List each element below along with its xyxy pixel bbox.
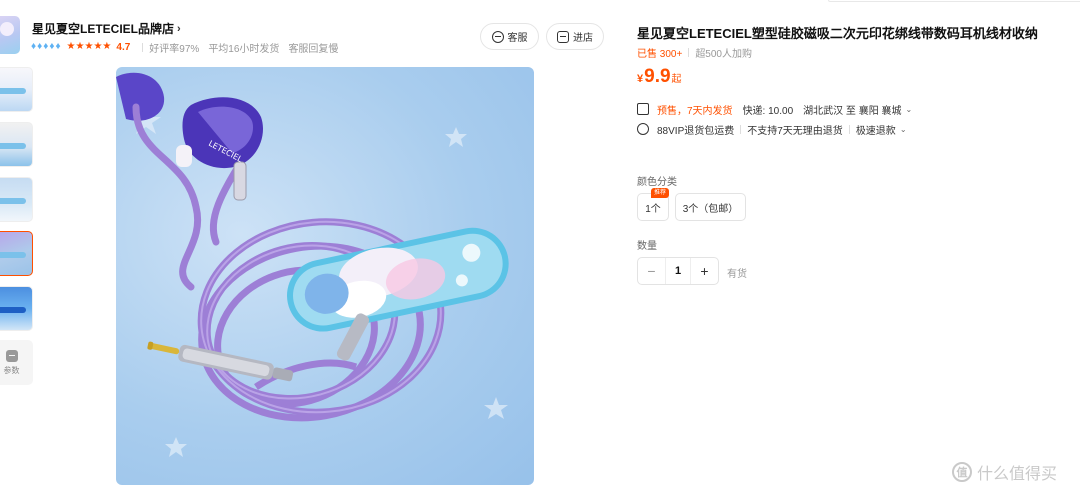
enter-store-button[interactable]: 进店 [546,23,604,50]
presale-notice: 预售，7天内发货 [657,105,733,117]
top-edge-decoration [828,0,1080,2]
main-product-image[interactable]: LETECIEL [116,67,534,485]
star-icon: ★ [84,41,94,52]
chevron-right-icon: › [177,22,181,35]
service-response: 客服回复慢 [288,43,339,55]
diamond-icon: ♦ [43,41,49,52]
diamond-icon: ♦ [49,41,55,52]
diamond-icon: ♦ [31,41,37,52]
fast-refund[interactable]: 极速退款 [856,122,896,137]
watermark: 值 什么值得买 [952,460,1057,484]
recommended-badge: 推荐 [651,188,670,198]
parameters-thumbnail[interactable]: 参数 [0,340,33,385]
no-7day-return: 不支持7天无理由退货 [747,125,843,137]
quantity-input[interactable]: 1 [665,258,691,284]
divider [142,42,144,52]
store-name: 星见夏空LETECIEL品牌店 [32,22,175,36]
thumbnail-2[interactable] [0,122,33,167]
avg-ship-time: 平均16小时发货 [208,43,280,55]
store-avatar[interactable] [0,16,20,54]
price: ¥ 9.9 起 [637,66,682,88]
store-level-diamonds: ♦ ♦ ♦ ♦ ♦ [31,42,61,52]
stock-status: 有货 [727,269,747,280]
thumbnail-1[interactable] [0,67,33,112]
parameters-icon [5,349,18,362]
thumbnail-3[interactable] [0,177,33,222]
truck-icon [637,103,649,115]
watermark-text: 什么值得买 [977,466,1058,483]
enter-store-label: 进店 [573,33,593,44]
divider [848,124,850,134]
option-3pc-free-shipping[interactable]: 3个（包邮） [675,193,746,221]
diamond-icon: ♦ [37,41,43,52]
store-rating-stars: ★ ★ ★ ★ ★ [67,42,112,52]
star-icon: ★ [66,41,76,52]
sold-count: 已售 300+ [637,49,683,60]
customer-service-label: 客服 [507,33,528,44]
product-photo-illustration: LETECIEL [116,72,509,457]
chevron-down-icon[interactable]: ⌄ [906,105,913,114]
price-currency: ¥ [637,73,644,85]
star-icon: ★ [75,41,85,52]
store-icon [557,30,569,43]
chevron-down-icon[interactable]: ⌄ [900,125,907,134]
guarantee-row: 88VIP退货包运费 不支持7天无理由退货 极速退款 ⌄ [637,121,907,137]
ship-route[interactable]: 湖北武汉 至 襄阳 襄城 [803,102,901,117]
quantity-stepper: − 1 + [637,257,719,285]
quantity-label: 数量 [637,241,657,252]
thumbnail-4-selected[interactable] [0,231,33,276]
diamond-icon: ♦ [55,41,61,52]
star-icon: ★ [102,41,112,52]
increase-quantity-button[interactable]: + [691,258,718,284]
cart-count: 超500人加购 [695,49,752,60]
decrease-quantity-button[interactable]: − [638,258,665,284]
chat-icon [491,30,504,43]
color-category-label: 颜色分类 [637,177,677,188]
price-suffix: 起 [671,74,682,85]
parameters-label: 参数 [3,365,20,375]
product-title: 星见夏空LETECIEL塑型硅胶磁吸二次元印花绑线带数码耳机线材收纳 [637,26,1038,41]
store-meta: ♦ ♦ ♦ ♦ ♦ ★ ★ ★ ★ ★ 4.7 好评率97% 平均16小时发货 … [31,40,347,55]
divider [740,124,742,134]
star-icon: ★ [93,41,103,52]
divider [688,48,690,57]
sales-info: 已售 300+ 超500人加购 [637,45,752,60]
shipping-row: 预售，7天内发货 快递: 10.00 湖北武汉 至 襄阳 襄城 ⌄ [637,101,912,117]
customer-service-button[interactable]: 客服 [480,23,539,50]
watermark-logo-icon: 值 [952,462,972,482]
store-rating-value: 4.7 [116,41,131,53]
express-fee: 快递: 10.00 [742,105,794,117]
vip-return-shipping: 88VIP退货包运费 [657,125,735,137]
thumbnail-5[interactable] [0,286,33,331]
positive-rate: 好评率97% [149,43,200,55]
store-name-link[interactable]: 星见夏空LETECIEL品牌店 › [32,20,181,37]
shield-icon [637,123,649,135]
price-value: 9.9 [644,66,671,87]
